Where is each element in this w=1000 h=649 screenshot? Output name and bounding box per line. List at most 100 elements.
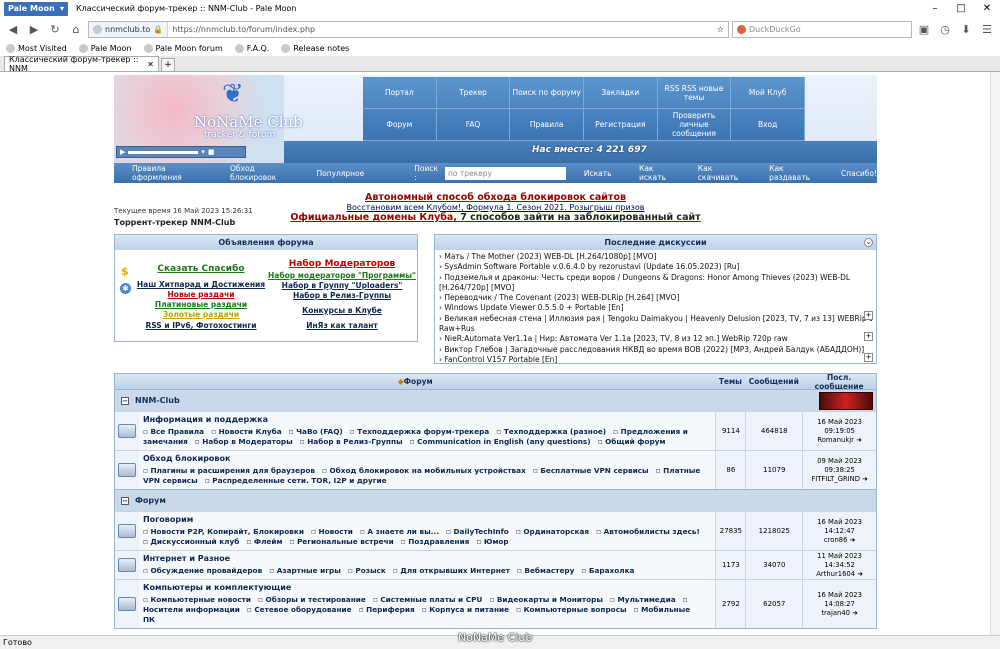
- subforum-link[interactable]: Флейм: [246, 537, 282, 546]
- discussion-item[interactable]: › Windows Update Viewer 0.5.5.0 + Portab…: [439, 303, 872, 313]
- last-post-user[interactable]: FITFILT_GRIND ➜: [803, 475, 876, 484]
- subforum-link[interactable]: Сетевое оборудование: [247, 605, 352, 614]
- menu-item-forum[interactable]: Форум: [363, 109, 437, 141]
- subforum-link[interactable]: Дискуссионный клуб: [143, 537, 239, 546]
- menu-item-my-club[interactable]: Мой Клуб: [731, 77, 805, 109]
- forum-name[interactable]: Интернет и Разное: [143, 554, 711, 563]
- subforum-link[interactable]: А знаете ли вы...: [360, 527, 439, 536]
- menu-item-portal[interactable]: Портал: [363, 77, 437, 109]
- bookmark-item[interactable]: Pale Moon forum: [143, 44, 223, 53]
- app-menu-button[interactable]: Pale Moon ▾: [4, 1, 68, 16]
- forum-name[interactable]: Поговорим: [143, 515, 711, 524]
- subforum-link[interactable]: Поздравления: [401, 537, 470, 546]
- ann-link-hitparade[interactable]: Наш Хитпарад и Достижения: [137, 280, 265, 289]
- subforum-link[interactable]: Азартные игры: [269, 566, 341, 575]
- menu-item-rules[interactable]: Правила: [510, 109, 584, 141]
- menu-item-login[interactable]: Вход: [731, 109, 805, 141]
- menu-item-forum-search[interactable]: Поиск по форуму: [510, 77, 584, 109]
- ann-link-thanks[interactable]: Сказать Спасибо: [157, 264, 244, 274]
- subnav-link[interactable]: Обход блокировок: [230, 164, 298, 182]
- last-post-username[interactable]: FITFILT_GRIND: [811, 475, 860, 483]
- url-text[interactable]: https://nnmclub.to/forum/index.php: [168, 25, 713, 34]
- back-icon[interactable]: ◀: [4, 20, 22, 38]
- subforum-link[interactable]: Общий форум: [598, 437, 666, 446]
- maximize-button[interactable]: □: [948, 3, 974, 14]
- ann-link-release-groups[interactable]: Набор в Релиз-Группы: [293, 291, 391, 300]
- radio-player[interactable]: ▶ ▾ ■: [116, 146, 246, 158]
- discussion-item[interactable]: › FanControl V157 Portable [En]: [439, 355, 872, 365]
- subforum-link[interactable]: Обход блокировок на мобильных устройства…: [322, 466, 526, 475]
- subforum-link[interactable]: DailyTechInfo: [446, 527, 509, 536]
- url-bar[interactable]: nnmclub.to 🔒 https://nnmclub.to/forum/ind…: [88, 20, 729, 38]
- collapse-icon[interactable]: ⌄: [864, 238, 873, 247]
- menu-item-tracker[interactable]: Трекер: [436, 77, 511, 109]
- subnav-link[interactable]: Правила оформления: [132, 164, 212, 182]
- ann-link-new[interactable]: Новые раздачи: [168, 290, 235, 299]
- announce-link[interactable]: Восстановим всем Клубом!: [346, 203, 461, 212]
- last-post-username[interactable]: cron86: [824, 536, 848, 544]
- history-icon[interactable]: ◷: [936, 20, 954, 38]
- expand-icon[interactable]: +: [864, 311, 873, 320]
- announce-link[interactable]: 7 способов зайти на заблокированный сайт: [460, 212, 700, 223]
- forum-name[interactable]: Информация и поддержка: [143, 415, 711, 424]
- subforum-link[interactable]: Техподдержка (разное): [496, 427, 606, 436]
- ann-link-rss[interactable]: RSS и IPv6, Фотохостинги: [145, 321, 256, 330]
- subforum-link[interactable]: Системные платы и CPU: [373, 595, 483, 604]
- subforum-link[interactable]: Техподдержка форум-трекера: [350, 427, 490, 436]
- last-post-username[interactable]: trajan40: [821, 609, 850, 617]
- subforum-link[interactable]: ЧаВо (FAQ): [289, 427, 343, 436]
- subnav-link[interactable]: Популярное: [316, 169, 364, 178]
- site-identity[interactable]: nnmclub.to 🔒: [89, 21, 169, 37]
- discussion-item[interactable]: › NieR:Automata Ver1.1a | Нир: Автомата …: [439, 334, 872, 344]
- category-name[interactable]: Форум: [135, 496, 166, 505]
- menu-item-messages[interactable]: Проверить личные сообщения: [657, 109, 732, 141]
- discussion-item[interactable]: › SysAdmin Software Portable v.0.6.4.0 b…: [439, 262, 872, 272]
- subforum-link[interactable]: Плагины и расширения для браузеров: [143, 466, 315, 475]
- subnav-link[interactable]: Как искать: [639, 164, 680, 182]
- category-row[interactable]: − NNM-Club: [115, 389, 876, 411]
- category-name[interactable]: NNM-Club: [135, 396, 180, 405]
- subforum-link[interactable]: Распределенные сети. TOR, I2P и другие: [205, 476, 387, 485]
- subforum-link[interactable]: Новости: [311, 527, 353, 536]
- subnav-link[interactable]: Как скачивать: [698, 164, 751, 182]
- ann-link-platinum[interactable]: Платиновые раздачи: [155, 300, 247, 309]
- subforum-link[interactable]: Вебмастеру: [517, 566, 574, 575]
- ann-link-moderators[interactable]: Набор Модераторов: [289, 259, 395, 269]
- last-post-user[interactable]: trajan40 ➜: [803, 609, 876, 618]
- subforum-link[interactable]: Бесплатные VPN сервисы: [533, 466, 649, 475]
- subnav-link[interactable]: Спасибо!: [841, 169, 877, 178]
- subforum-link[interactable]: Communication in English (any questions): [410, 437, 591, 446]
- tab-active[interactable]: Классический форум-трекер :: NNM ✕: [4, 55, 159, 73]
- discussion-item[interactable]: [H.264/720p] [MVO]: [439, 283, 872, 293]
- menu-icon[interactable]: ☰: [978, 20, 996, 38]
- stop-icon[interactable]: ■: [208, 148, 215, 156]
- discussion-item[interactable]: › Виктор Глебов | Загадочные расследован…: [439, 345, 872, 355]
- close-button[interactable]: ✕: [974, 3, 1000, 14]
- bookmark-star-icon[interactable]: ☆: [713, 25, 728, 34]
- ann-link-contests[interactable]: Конкурсы в Клубе: [302, 306, 382, 315]
- collapse-icon[interactable]: −: [121, 496, 129, 505]
- menu-item-bookmarks[interactable]: Закладки: [583, 77, 658, 109]
- minimize-button[interactable]: –: [922, 3, 948, 14]
- subforum-link[interactable]: Автомобилисты здесь!: [596, 527, 700, 536]
- forward-icon[interactable]: ▶: [25, 20, 43, 38]
- home-icon[interactable]: ⌂: [67, 20, 85, 38]
- subforum-link[interactable]: Ординаторская: [516, 527, 589, 536]
- last-post-username[interactable]: Romanukjr: [817, 436, 854, 444]
- subforum-link[interactable]: Новости P2P, Копирайт, Блокировки: [143, 527, 304, 536]
- subforum-link[interactable]: Для открывших Интернет: [393, 566, 510, 575]
- category-row[interactable]: − Форум: [115, 489, 876, 511]
- reload-icon[interactable]: ↻: [46, 20, 64, 38]
- goto-post-icon[interactable]: ➜: [854, 436, 862, 444]
- goto-post-icon[interactable]: ➜: [855, 570, 863, 578]
- ann-link-mod-programs[interactable]: Набор модераторов "Программы": [268, 271, 416, 280]
- banner-image[interactable]: [819, 392, 873, 410]
- volume-slider[interactable]: [128, 150, 199, 154]
- tracker-search-input[interactable]: по трекеру: [444, 166, 567, 180]
- bookmark-item[interactable]: F.A.Q.: [234, 44, 269, 53]
- play-icon[interactable]: ▶: [120, 148, 125, 156]
- subforum-link[interactable]: Все Правила: [143, 427, 204, 436]
- search-button[interactable]: Искать: [574, 169, 621, 178]
- vertical-scrollbar[interactable]: [990, 72, 1000, 635]
- subforum-link[interactable]: Набор в Релиз-Группы: [300, 437, 403, 446]
